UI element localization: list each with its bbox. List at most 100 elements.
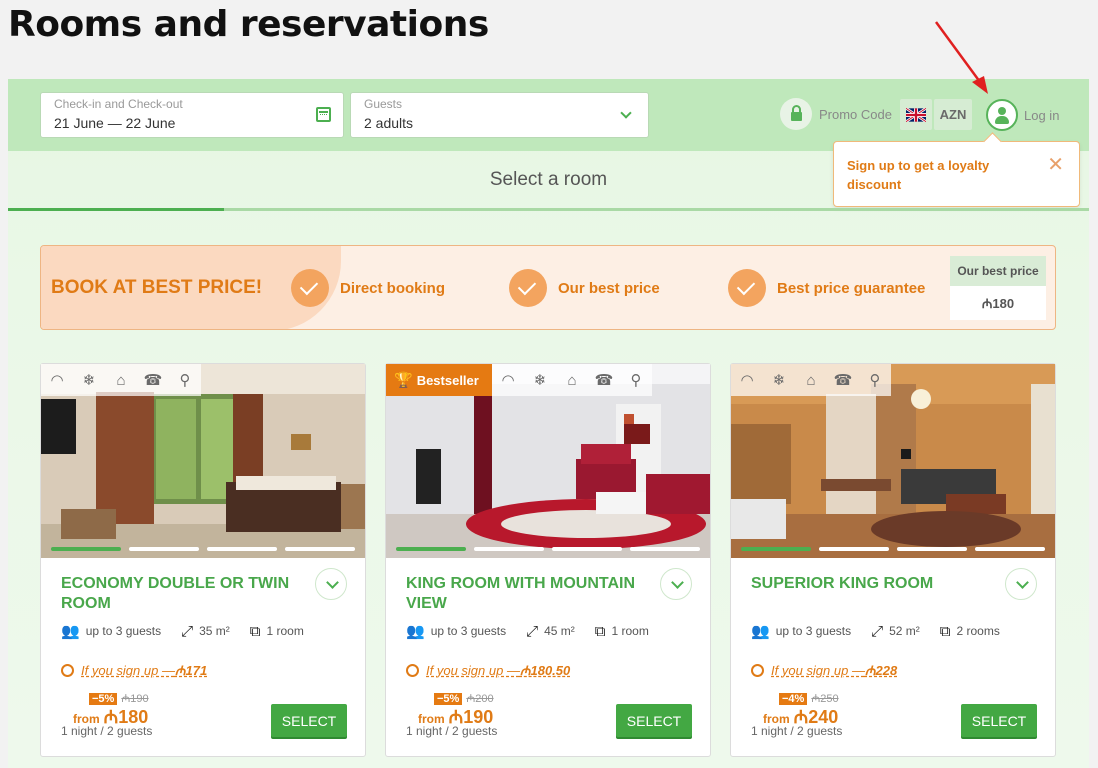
amenities-bar: ◠ ❄ ⌂ ☎ ⚲ [41,364,201,396]
room-count: 2 rooms [956,624,1000,638]
guests-icon: 👥 [406,623,425,640]
area-icon: ⤢ [526,622,539,640]
page-title: Rooms and reservations [8,4,489,45]
room-name[interactable]: SUPERIOR KING ROOM [751,574,1001,594]
carousel-dot[interactable] [897,547,967,551]
signup-text: If you sign up — [426,663,520,678]
chevron-down-icon[interactable] [620,107,632,119]
photo-carousel-dots[interactable] [741,547,1045,551]
select-room-button[interactable]: SELECT [616,704,692,737]
currency-button[interactable]: AZN [934,99,972,130]
old-price: ₼200 [466,693,494,705]
room-card: ◠ ❄ ⌂ ☎ ⚲ SUPERIOR KING ROOM 👥 up to 3 gu… [730,363,1056,757]
old-price: ₼250 [811,693,839,705]
carousel-dot[interactable] [630,547,700,551]
room-photo[interactable]: 🏆 Bestseller ◠ ❄ ⌂ ☎ ⚲ [386,364,710,558]
carousel-dot[interactable] [975,547,1045,551]
signup-price-link[interactable]: If you sign up —₼228 [751,661,897,679]
phone-icon: ☎ [833,372,853,389]
room-count: 1 room [611,624,649,638]
bed-icon: ⌂ [116,371,126,389]
price-basis: 1 night / 2 guests [751,724,843,738]
bed-icon: ⌂ [567,371,577,389]
phone-icon: ☎ [594,372,614,389]
guests-field[interactable]: Guests 2 adults [350,92,649,138]
banner-title: BOOK AT BEST PRICE! [51,277,263,298]
room-name[interactable]: KING ROOM WITH MOUNTAIN VIEW [406,574,656,614]
room-name[interactable]: ECONOMY DOUBLE OR TWIN ROOM [61,574,311,614]
expand-chevron-icon[interactable] [660,568,692,600]
uk-flag-icon [906,107,926,122]
feature-best-price: Our best price [509,268,660,308]
room-area: 35 m² [199,624,230,638]
promo-code-button[interactable]: Promo Code [780,98,892,130]
signup-price: ₼171 [174,663,208,678]
signup-price-link[interactable]: If you sign up —₼171 [61,661,207,679]
step-progress-fill [8,208,224,211]
carousel-dot[interactable] [552,547,622,551]
language-button[interactable] [900,99,932,130]
phone-icon: ☎ [143,372,163,389]
bestseller-badge: 🏆 Bestseller [386,364,492,396]
select-room-button[interactable]: SELECT [271,704,347,737]
old-price: ₼190 [121,693,149,705]
carousel-dot[interactable] [396,547,466,551]
dates-value: 21 June — 22 June [54,115,176,131]
area-icon: ⤢ [871,622,884,640]
amenities-bar: ◠ ❄ ⌂ ☎ ⚲ [492,364,652,396]
room-area: 45 m² [544,624,575,638]
login-label: Log in [1024,107,1060,123]
promo-code-label: Promo Code [819,106,892,122]
carousel-dot[interactable] [474,547,544,551]
room-photo[interactable]: ◠ ❄ ⌂ ☎ ⚲ [41,364,365,558]
signup-price-link[interactable]: If you sign up —₼180.50 [406,661,570,679]
carousel-dot[interactable] [819,547,889,551]
best-price-label: Our best price [950,256,1046,286]
carousel-dot[interactable] [207,547,277,551]
room-guests: up to 3 guests [430,624,507,638]
lock-icon [780,98,812,130]
price-basis: 1 night / 2 guests [61,724,153,738]
photo-carousel-dots[interactable] [51,547,355,551]
carousel-dot[interactable] [285,547,355,551]
select-room-button[interactable]: SELECT [961,704,1037,737]
expand-chevron-icon[interactable] [1005,568,1037,600]
discount-row: −5% ₼200 [434,691,494,706]
carousel-dot[interactable] [741,547,811,551]
discount-badge: −5% [434,692,463,705]
room-specs: 👥 up to 3 guests ⤢ 52 m² ⧉ 2 rooms [751,622,1020,641]
wifi-icon: ◠ [740,372,754,389]
snowflake-icon: ❄ [772,372,786,389]
medal-icon [751,663,764,677]
amenities-bar: ◠ ❄ ⌂ ☎ ⚲ [731,364,891,396]
best-price-banner: BOOK AT BEST PRICE! Direct booking Our b… [40,245,1056,330]
snowflake-icon: ❄ [82,372,96,389]
guests-label: Guests [364,97,403,111]
room-area: 52 m² [889,624,920,638]
signup-price: ₼228 [864,663,898,678]
feature-price-guarantee: Best price guarantee [728,268,925,308]
login-button[interactable]: Log in [986,98,1059,132]
room-specs: 👥 up to 3 guests ⤢ 45 m² ⧉ 1 room [406,622,669,641]
trophy-icon: 🏆 [394,372,413,389]
signup-text: If you sign up — [81,663,175,678]
room-photo[interactable]: ◠ ❄ ⌂ ☎ ⚲ [731,364,1055,558]
wifi-icon: ◠ [50,372,64,389]
carousel-dot[interactable] [129,547,199,551]
price-basis: 1 night / 2 guests [406,724,498,738]
signup-price: ₼180.50 [519,663,571,678]
feature-label: Best price guarantee [777,279,926,297]
photo-carousel-dots[interactable] [396,547,700,551]
step-progress [8,208,1089,211]
best-price-value: ₼180 [981,296,1015,311]
rooms-icon: ⧉ [594,622,606,640]
carousel-dot[interactable] [51,547,121,551]
dates-field[interactable]: Check-in and Check-out 21 June — 22 June [40,92,344,138]
signup-text: If you sign up — [771,663,865,678]
feature-label: Our best price [558,279,660,297]
calendar-icon[interactable] [316,107,331,122]
room-guests: up to 3 guests [85,624,162,638]
room-guests: up to 3 guests [775,624,852,638]
discount-row: −5% ₼190 [89,691,149,706]
expand-chevron-icon[interactable] [315,568,347,600]
